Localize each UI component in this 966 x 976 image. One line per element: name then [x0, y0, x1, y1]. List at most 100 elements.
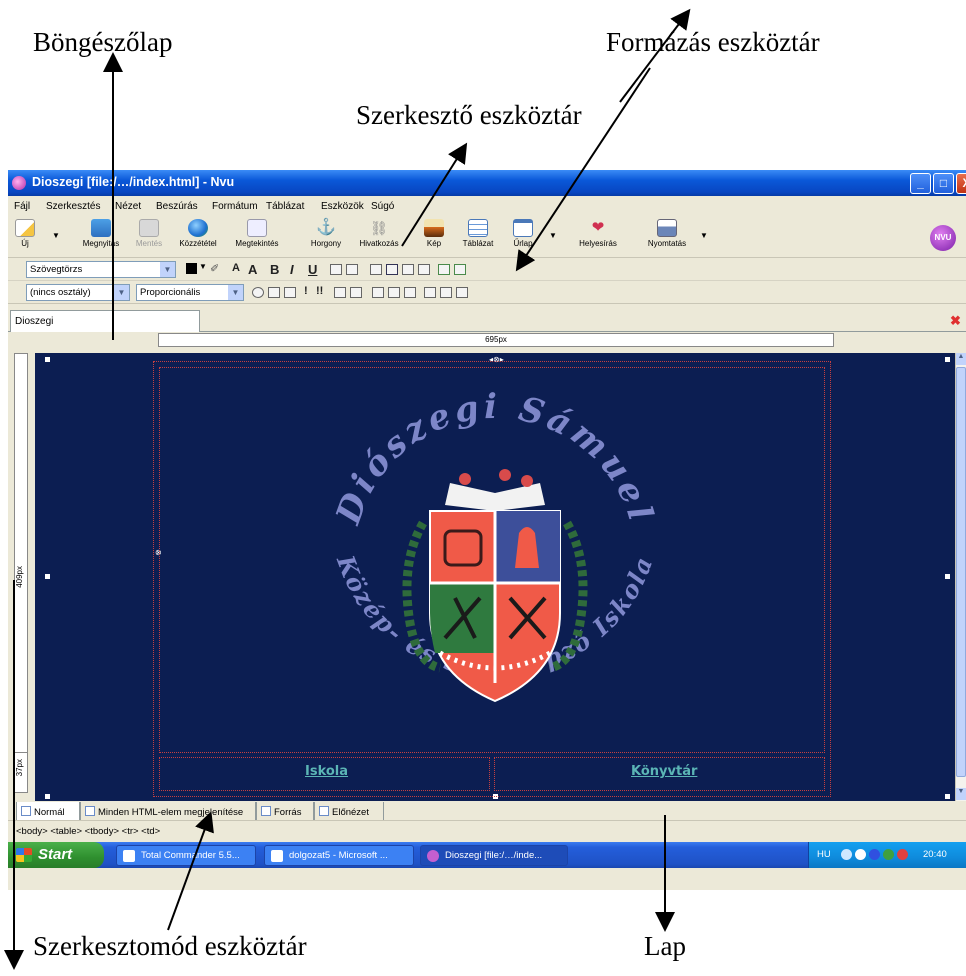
menu-file[interactable]: Fájl: [14, 201, 30, 212]
start-button[interactable]: Start: [8, 842, 104, 868]
scroll-thumb[interactable]: [956, 367, 966, 777]
language-indicator[interactable]: HU: [817, 849, 831, 860]
font-select[interactable]: Proporcionális ▼: [136, 284, 244, 301]
resize-handle[interactable]: [945, 574, 950, 579]
link-icon: ⛓: [370, 220, 388, 236]
new-dropdown-arrow[interactable]: ▼: [52, 231, 60, 240]
close-tab-icon[interactable]: ✖: [950, 313, 961, 329]
font-smaller-button[interactable]: A: [232, 262, 240, 274]
menu-table[interactable]: Táblázat: [266, 201, 304, 212]
resize-handle[interactable]: [945, 357, 950, 362]
valign-bottom-icon[interactable]: [456, 287, 468, 298]
align-block-right-icon[interactable]: [404, 287, 416, 298]
page-canvas[interactable]: ◂⊗▸ ⊗ Diószegi Sámuel Közép- és Szakképz…: [35, 353, 955, 801]
minimize-button[interactable]: _: [910, 173, 931, 194]
tab-normal[interactable]: Normál: [16, 802, 80, 821]
valign-middle-icon[interactable]: [440, 287, 452, 298]
justify-icon[interactable]: [418, 264, 430, 275]
browse-icon: [247, 219, 267, 237]
tray-icon-1[interactable]: [841, 849, 852, 860]
highlight-icon[interactable]: ✐: [210, 262, 219, 275]
align-right-icon[interactable]: [402, 264, 414, 275]
link-button[interactable]: ⛓ Hivatkozás: [352, 219, 406, 248]
resize-handle[interactable]: [45, 794, 50, 799]
document-tab[interactable]: Dioszegi: [10, 310, 200, 332]
total-commander-icon: [123, 850, 135, 862]
numbered-list-icon[interactable]: [330, 264, 342, 275]
text-color-icon[interactable]: [186, 263, 197, 274]
style-icon-1[interactable]: [268, 287, 280, 298]
form-button[interactable]: Űrlap: [508, 219, 538, 248]
menu-view[interactable]: Nézet: [115, 201, 141, 212]
windows-taskbar: Start Total Commander 5.5... dolgozat5 -…: [8, 842, 966, 868]
resize-handle[interactable]: [45, 574, 50, 579]
font-larger-button[interactable]: A: [248, 262, 257, 277]
open-button[interactable]: Megnyitás: [78, 219, 124, 248]
menu-insert[interactable]: Beszúrás: [156, 201, 198, 212]
scroll-up-icon[interactable]: ▲: [956, 353, 966, 365]
italic-button[interactable]: I: [290, 262, 294, 277]
close-button[interactable]: X: [956, 173, 966, 194]
align-block-left-icon[interactable]: [372, 287, 384, 298]
resize-handle[interactable]: [45, 357, 50, 362]
bullet-list-icon[interactable]: [346, 264, 358, 275]
task-nvu[interactable]: Dioszegi [file:/…/inde...: [420, 845, 568, 866]
spellcheck-button[interactable]: ❤ Helyesírás: [572, 219, 624, 248]
tab-preview[interactable]: Előnézet: [314, 802, 384, 821]
box-icon-1[interactable]: [334, 287, 346, 298]
form-dropdown-arrow[interactable]: ▼: [549, 231, 557, 240]
tray-icon-2[interactable]: [855, 849, 866, 860]
tag-path-statusbar[interactable]: <body> <table> <tbody> <tr> <td>: [8, 820, 966, 842]
tray-icon-4[interactable]: [883, 849, 894, 860]
menu-tools[interactable]: Eszközök: [321, 201, 364, 212]
tray-icon-3[interactable]: [869, 849, 880, 860]
align-block-center-icon[interactable]: [388, 287, 400, 298]
important-icon-2[interactable]: !!: [316, 285, 323, 297]
formatting-toolbar-2: (nincs osztály) ▼ Proporcionális ▼ ! !!: [8, 282, 966, 304]
publish-button[interactable]: Közzététel: [172, 219, 224, 248]
menu-help[interactable]: Súgó: [371, 201, 394, 212]
align-left-icon[interactable]: [370, 264, 382, 275]
new-button[interactable]: Új: [10, 219, 40, 248]
save-button[interactable]: Mentés: [132, 219, 166, 248]
link-iskola[interactable]: Iskola: [305, 764, 348, 779]
nvu-logo: NVU: [930, 225, 956, 251]
tray-icon-5[interactable]: [897, 849, 908, 860]
anchor-button[interactable]: ⚓ Horgony: [304, 219, 348, 248]
link-konyvtar[interactable]: Könyvtár: [631, 764, 697, 779]
browse-button[interactable]: Megtekintés: [228, 219, 286, 248]
color-dropdown-arrow[interactable]: ▼: [199, 262, 207, 271]
task-word[interactable]: dolgozat5 - Microsoft ...: [264, 845, 414, 866]
paragraph-style-select[interactable]: Szövegtörzs ▼: [26, 261, 176, 278]
menu-edit[interactable]: Szerkesztés: [46, 201, 100, 212]
word-icon: [271, 850, 283, 862]
style-icon-2[interactable]: [284, 287, 296, 298]
chevron-down-icon: ▼: [160, 262, 175, 277]
scroll-down-icon[interactable]: ▼: [956, 788, 966, 800]
task-total-commander[interactable]: Total Commander 5.5...: [116, 845, 256, 866]
tab-source[interactable]: Forrás: [256, 802, 314, 821]
menu-format[interactable]: Formátum: [212, 201, 258, 212]
vertical-scrollbar[interactable]: ▲ ▼: [955, 353, 966, 801]
underline-button[interactable]: U: [308, 262, 317, 277]
tab-show-all-tags[interactable]: Minden HTML-elem megjelenítése: [80, 802, 256, 821]
title-bar[interactable]: Dioszegi [file:/…/index.html] - Nvu _ □ …: [8, 170, 966, 196]
bold-button[interactable]: B: [270, 262, 279, 277]
important-icon-1[interactable]: !: [304, 285, 308, 297]
indent-icon[interactable]: [438, 264, 450, 275]
image-button[interactable]: Kép: [416, 219, 452, 248]
magnifier-icon: [319, 806, 329, 816]
image-icon: [424, 219, 444, 237]
valign-top-icon[interactable]: [424, 287, 436, 298]
box-icon-2[interactable]: [350, 287, 362, 298]
print-dropdown-arrow[interactable]: ▼: [700, 231, 708, 240]
nvu-task-icon: [427, 850, 439, 862]
table-button[interactable]: Táblázat: [456, 219, 500, 248]
resize-handle[interactable]: [945, 794, 950, 799]
print-button[interactable]: Nyomtatás: [642, 219, 692, 248]
align-center-icon[interactable]: [386, 264, 398, 275]
class-select[interactable]: (nincs osztály) ▼: [26, 284, 130, 301]
maximize-button[interactable]: □: [933, 173, 954, 194]
outdent-icon[interactable]: [454, 264, 466, 275]
css-icon[interactable]: [252, 287, 264, 298]
